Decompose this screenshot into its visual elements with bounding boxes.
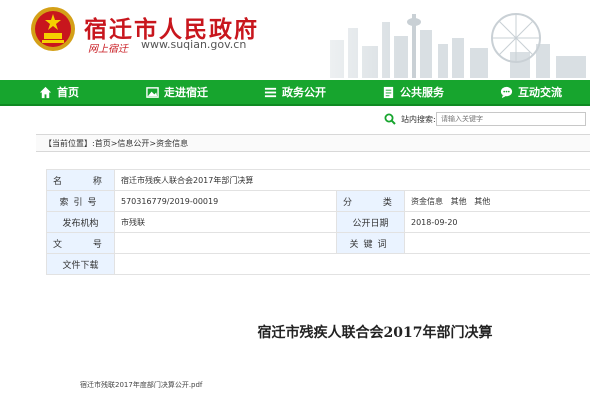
breadcrumb-item-info-disclosure[interactable]: 信息公开 — [117, 138, 149, 149]
site-header: 宿迁市人民政府 网上宿迁 www.suqian.gov.cn — [0, 0, 590, 78]
document-info-table: 名 称 宿迁市残疾人联合会2017年部门决算 索引号 570316779/201… — [46, 169, 590, 275]
table-row: 文 号 关键词 — [46, 232, 590, 254]
table-row: 名 称 宿迁市残疾人联合会2017年部门决算 — [46, 169, 590, 191]
nav-item-label: 政务公开 — [282, 86, 326, 99]
main-nav: 首页 走进宿迁 政务公开 公共服务 互动交流 — [0, 80, 590, 106]
document-icon — [383, 86, 394, 98]
org-label: 发布机构 — [46, 211, 115, 233]
site-search: 站内搜索: — [0, 110, 590, 130]
name-value: 宿迁市残疾人联合会2017年部门决算 — [114, 169, 590, 191]
index-label: 索引号 — [46, 190, 115, 212]
search-icon[interactable] — [384, 113, 396, 125]
org-value: 市残联 — [114, 211, 337, 233]
nav-item-label: 首页 — [57, 86, 79, 99]
site-slogan: 网上宿迁 — [88, 44, 128, 55]
image-icon — [146, 86, 159, 98]
index-value: 570316779/2019-00019 — [114, 190, 337, 212]
nav-item-label: 公共服务 — [400, 86, 444, 99]
nav-item-public-service[interactable]: 公共服务 — [354, 80, 472, 104]
name-label: 名 称 — [46, 169, 115, 191]
docno-value — [114, 232, 337, 254]
national-emblem-icon — [31, 7, 75, 51]
download-label: 文件下载 — [46, 253, 115, 275]
site-url[interactable]: www.suqian.gov.cn — [141, 38, 246, 51]
search-input[interactable] — [436, 112, 586, 126]
search-label: 站内搜索: — [401, 115, 436, 124]
keywords-value — [404, 232, 590, 254]
docno-label: 文 号 — [46, 232, 115, 254]
breadcrumb-item-funding-info[interactable]: 资金信息 — [156, 138, 188, 149]
nav-item-home[interactable]: 首页 — [0, 80, 118, 104]
home-icon — [39, 86, 52, 98]
nav-item-gov-affairs[interactable]: 政务公开 — [236, 80, 354, 104]
breadcrumb-item-home[interactable]: 首页 — [95, 138, 111, 149]
date-value: 2018-09-20 — [404, 211, 590, 233]
breadcrumb-prefix: 【当前位置】: — [44, 138, 95, 148]
breadcrumb: 【当前位置】: 首页 > 信息公开 > 资金信息 — [36, 134, 590, 152]
download-value[interactable] — [114, 253, 590, 275]
keywords-label: 关键词 — [336, 232, 405, 254]
chat-icon — [500, 86, 513, 98]
category-label: 分 类 — [336, 190, 405, 212]
nav-item-about[interactable]: 走进宿迁 — [118, 80, 236, 104]
table-row: 文件下载 — [46, 253, 590, 275]
breadcrumb-separator: > — [110, 138, 118, 148]
category-value: 资金信息 其他 其他 — [404, 190, 590, 212]
breadcrumb-separator: > — [149, 138, 157, 148]
date-label: 公开日期 — [336, 211, 405, 233]
nav-item-label: 互动交流 — [518, 86, 562, 99]
document-title: 宿迁市残疾人联合会2017年部门决算 — [257, 325, 493, 341]
nav-item-label: 走进宿迁 — [164, 86, 208, 99]
table-row: 发布机构 市残联 公开日期 2018-09-20 — [46, 211, 590, 233]
table-row: 索引号 570316779/2019-00019 分 类 资金信息 其他 其他 — [46, 190, 590, 212]
city-skyline-banner — [270, 0, 590, 78]
nav-item-interaction[interactable]: 互动交流 — [472, 80, 590, 104]
attachment-link[interactable]: 宿迁市残联2017年度部门决算公开.pdf — [80, 380, 202, 390]
list-icon — [264, 87, 277, 97]
